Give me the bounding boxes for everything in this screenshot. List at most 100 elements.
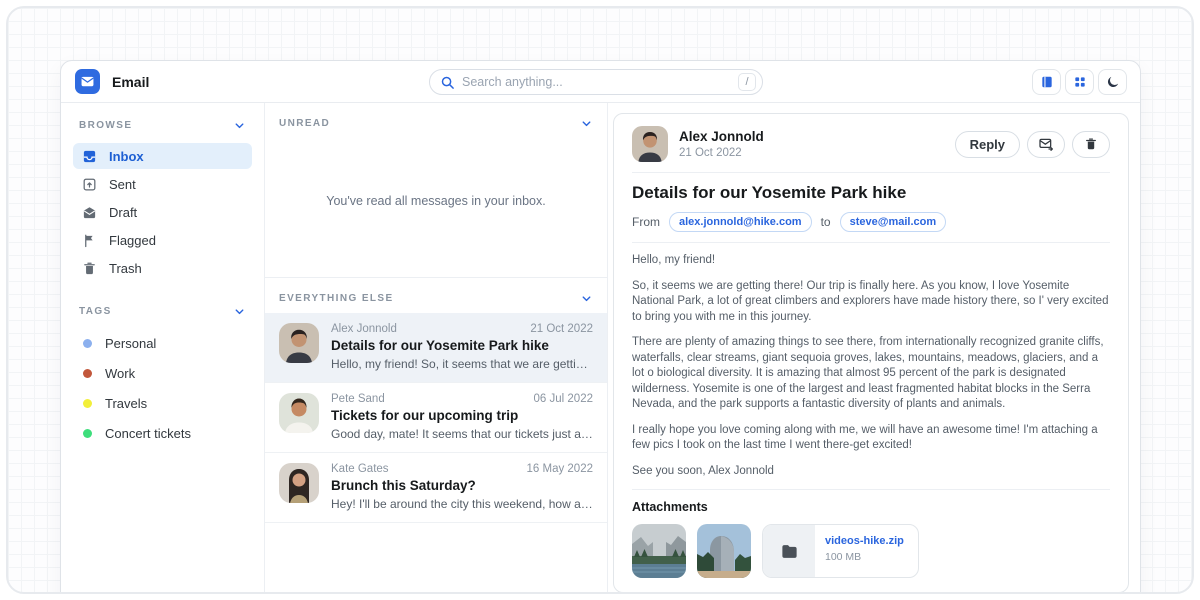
everything-else-section: EVERYTHING ELSE Alex Jonnold 21 Oct 2022 xyxy=(265,277,607,523)
body-paragraph: Hello, my friend! xyxy=(632,253,1110,269)
tag-item-concert-tickets[interactable]: Concert tickets xyxy=(73,419,252,447)
to-label: to xyxy=(821,215,831,229)
email-body: Hello, my friend! So, it seems we are ge… xyxy=(632,253,1110,479)
browse-section-header: BROWSE xyxy=(73,117,252,134)
email-item-content: Kate Gates 16 May 2022 Brunch this Satur… xyxy=(331,463,593,511)
email-item-content: Pete Sand 06 Jul 2022 Tickets for our up… xyxy=(331,393,593,441)
tag-label: Personal xyxy=(105,336,156,351)
sidebar-item-flagged[interactable]: Flagged xyxy=(73,227,252,253)
tags-label: TAGS xyxy=(79,306,112,317)
email-snippet: Good day, mate! It seems that our ticket… xyxy=(331,427,593,441)
detail-sender-block: Alex Jonnold 21 Oct 2022 xyxy=(679,129,764,159)
chevron-down-icon[interactable] xyxy=(233,119,246,132)
body-paragraph: There are plenty of amazing things to se… xyxy=(632,335,1110,413)
apps-grid-button[interactable] xyxy=(1065,69,1094,95)
reply-button[interactable]: Reply xyxy=(955,131,1020,158)
tag-label: Work xyxy=(105,366,135,381)
tag-item-personal[interactable]: Personal xyxy=(73,329,252,357)
search-input[interactable] xyxy=(462,75,731,89)
to-address-chip[interactable]: steve@mail.com xyxy=(840,212,947,232)
zip-icon-box xyxy=(763,525,815,577)
tag-item-travels[interactable]: Travels xyxy=(73,389,252,417)
divider xyxy=(632,172,1110,173)
email-subject: Tickets for our upcoming trip xyxy=(331,408,593,423)
search-bar[interactable]: / xyxy=(429,69,763,95)
browse-label: BROWSE xyxy=(79,120,132,131)
divider xyxy=(632,242,1110,243)
sidebar-item-sent[interactable]: Sent xyxy=(73,171,252,197)
search-icon xyxy=(440,75,455,90)
email-app-window: Email / xyxy=(60,60,1141,594)
app-title: Email xyxy=(112,74,149,90)
trash-icon xyxy=(1084,137,1098,151)
email-list-item-alex[interactable]: Alex Jonnold 21 Oct 2022 Details for our… xyxy=(265,313,607,383)
detail-subject: Details for our Yosemite Park hike xyxy=(632,183,1110,203)
unread-section-header: UNREAD xyxy=(265,103,607,138)
delete-button[interactable] xyxy=(1072,131,1110,158)
sidebar-item-label: Trash xyxy=(109,261,142,276)
chevron-down-icon[interactable] xyxy=(580,117,593,130)
chevron-down-icon[interactable] xyxy=(580,292,593,305)
tag-label: Concert tickets xyxy=(105,426,191,441)
chevron-down-icon[interactable] xyxy=(233,305,246,318)
forward-mail-button[interactable] xyxy=(1027,131,1065,158)
dark-mode-moon-icon xyxy=(1106,75,1120,89)
sidebar-item-draft[interactable]: Draft xyxy=(73,199,252,225)
tag-color-dot xyxy=(83,429,92,438)
email-subject: Brunch this Saturday? xyxy=(331,478,593,493)
app-body: BROWSE Inbox Sent xyxy=(61,103,1140,594)
email-list-item-kate[interactable]: Kate Gates 16 May 2022 Brunch this Satur… xyxy=(265,453,607,523)
attachments-label: Attachments xyxy=(632,500,1110,514)
unread-section: UNREAD You've read all messages in your … xyxy=(265,103,607,277)
detail-actions: Reply xyxy=(955,131,1110,158)
zip-file-size: 100 MB xyxy=(825,551,904,563)
email-item-content: Alex Jonnold 21 Oct 2022 Details for our… xyxy=(331,323,593,371)
everything-else-label: EVERYTHING ELSE xyxy=(279,293,394,304)
dark-mode-button[interactable] xyxy=(1098,69,1127,95)
page-background: Email / xyxy=(6,6,1194,594)
trash-icon xyxy=(82,261,97,276)
tag-item-work[interactable]: Work xyxy=(73,359,252,387)
everything-else-header: EVERYTHING ELSE xyxy=(265,278,607,313)
body-paragraph: See you soon, Alex Jonnold xyxy=(632,464,1110,480)
email-subject: Details for our Yosemite Park hike xyxy=(331,338,593,353)
email-date: 21 Oct 2022 xyxy=(530,323,593,335)
browse-nav: Inbox Sent Draft xyxy=(73,143,252,281)
outbox-icon xyxy=(82,177,97,192)
app-logo xyxy=(75,69,100,94)
tags-section-header: TAGS xyxy=(73,303,252,320)
unread-empty-message: You've read all messages in your inbox. xyxy=(265,138,607,277)
apps-grid-icon xyxy=(1073,75,1087,89)
tags-section: TAGS Personal Work xyxy=(73,303,252,447)
email-snippet: Hello, my friend! So, it seems that we a… xyxy=(331,357,593,371)
notebook-button[interactable] xyxy=(1032,69,1061,95)
tags-list: Personal Work Travels Concert ticke xyxy=(73,329,252,447)
avatar xyxy=(279,323,319,363)
forward-mail-icon xyxy=(1038,136,1054,152)
from-address-chip[interactable]: alex.jonnold@hike.com xyxy=(669,212,812,232)
zip-meta: videos-hike.zip 100 MB xyxy=(815,525,918,577)
email-sender: Alex Jonnold xyxy=(331,323,397,335)
sidebar-item-trash[interactable]: Trash xyxy=(73,255,252,281)
sidebar: BROWSE Inbox Sent xyxy=(61,103,265,594)
from-to-row: From alex.jonnold@hike.com to steve@mail… xyxy=(632,212,1110,232)
flag-icon xyxy=(82,233,97,248)
avatar xyxy=(279,463,319,503)
attachment-photo-half-dome[interactable] xyxy=(697,524,751,578)
sidebar-item-label: Sent xyxy=(109,177,136,192)
header-actions xyxy=(1032,69,1127,95)
envelope-icon xyxy=(80,74,95,89)
tag-label: Travels xyxy=(105,396,147,411)
attachment-photo-valley[interactable] xyxy=(632,524,686,578)
email-detail-area: Alex Jonnold 21 Oct 2022 Reply xyxy=(608,103,1140,594)
sidebar-item-inbox[interactable]: Inbox xyxy=(73,143,252,169)
email-date: 16 May 2022 xyxy=(527,463,594,475)
email-list-item-pete[interactable]: Pete Sand 06 Jul 2022 Tickets for our up… xyxy=(265,383,607,453)
tag-color-dot xyxy=(83,369,92,378)
app-header: Email / xyxy=(61,61,1140,103)
body-paragraph: So, it seems we are getting there! Our t… xyxy=(632,279,1110,326)
folder-icon xyxy=(780,542,799,561)
mail-list-column: UNREAD You've read all messages in your … xyxy=(265,103,608,594)
sidebar-item-label: Inbox xyxy=(109,149,144,164)
attachment-zip-card[interactable]: videos-hike.zip 100 MB xyxy=(762,524,919,578)
